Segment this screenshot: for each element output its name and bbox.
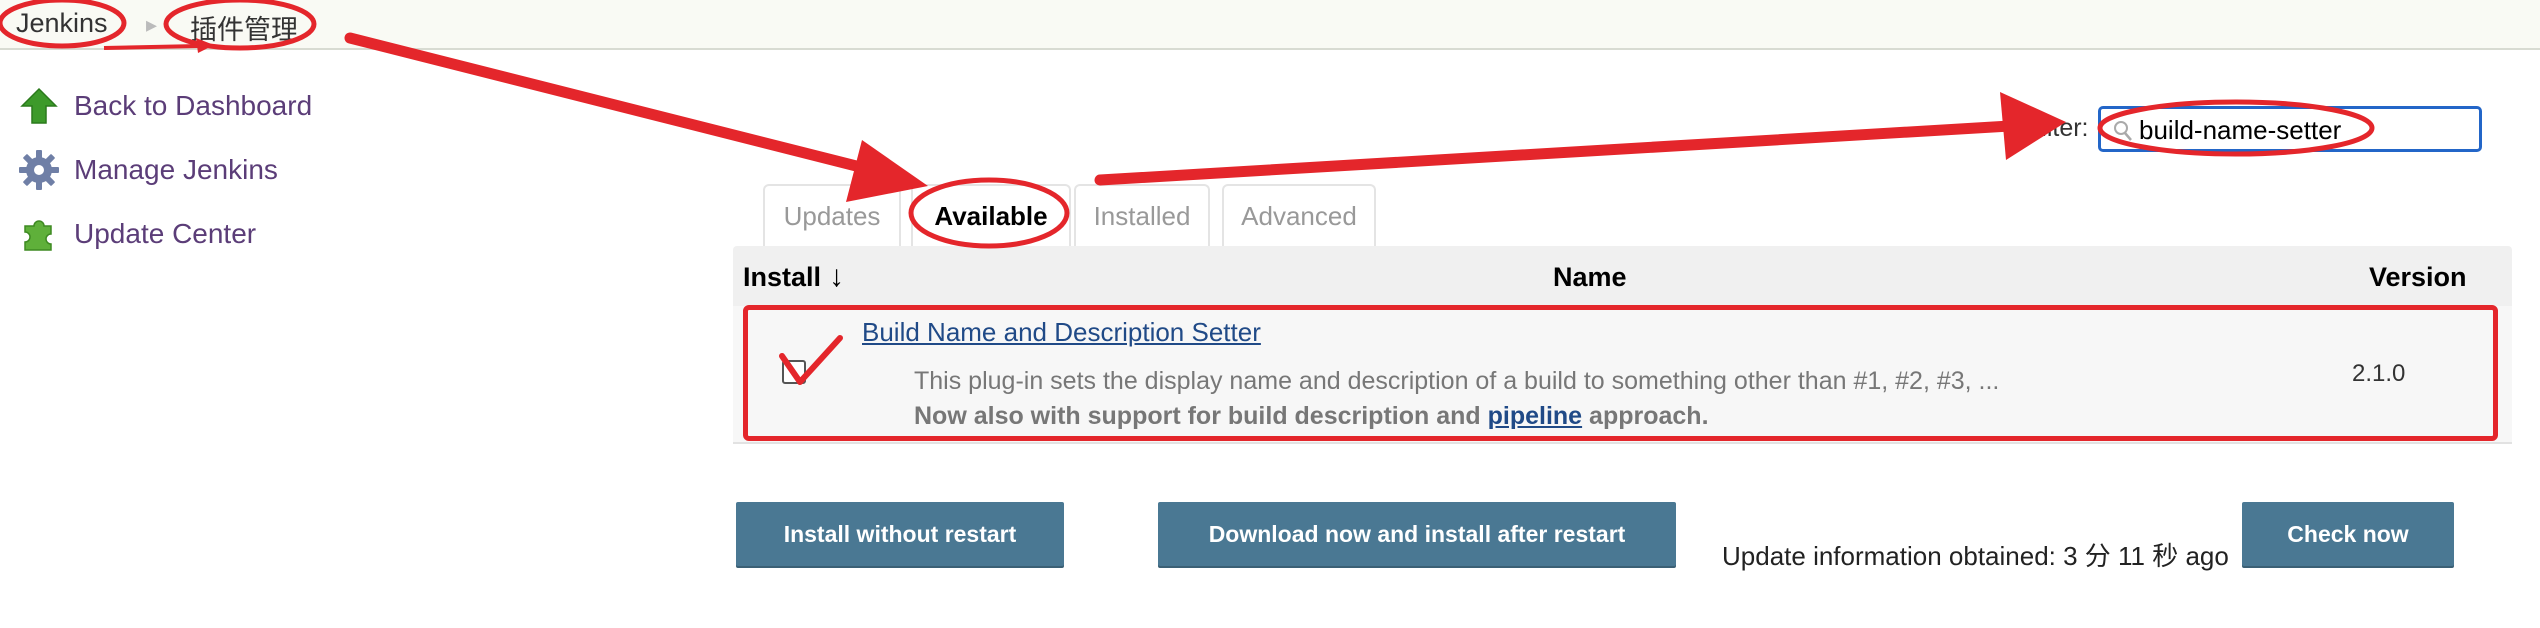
tab-advanced[interactable]: Advanced: [1222, 184, 1376, 246]
up-arrow-icon: [16, 83, 62, 129]
sidebar-item-manage-jenkins[interactable]: Manage Jenkins: [16, 146, 278, 194]
filter-field[interactable]: [2098, 106, 2482, 152]
sidebar-item-label: Manage Jenkins: [74, 154, 278, 185]
highlight-box-annotation: [743, 305, 2498, 441]
column-header-install[interactable]: Install: [743, 262, 821, 293]
update-info-text: Update information obtained: 3 分 11 秒 ag…: [1722, 541, 2229, 571]
breadcrumb: Jenkins ▸ 插件管理: [0, 0, 2540, 50]
search-icon: [2113, 120, 2133, 147]
download-install-after-restart-button[interactable]: Download now and install after restart: [1158, 502, 1676, 566]
tab-installed[interactable]: Installed: [1074, 184, 1210, 246]
annotation-arrow-to-filter: [1094, 92, 2066, 186]
column-header-version[interactable]: Version: [2369, 262, 2467, 293]
filter-input[interactable]: [2139, 115, 2469, 145]
column-header-name[interactable]: Name: [1553, 262, 1627, 293]
sidebar-item-back-to-dashboard[interactable]: Back to Dashboard: [16, 82, 312, 130]
check-now-button[interactable]: Check now: [2242, 502, 2454, 566]
plugin-table-header: Install ↓ Name Version: [733, 246, 2512, 306]
sidebar-item-label: Update Center: [74, 218, 257, 249]
filter-label: Filter:: [2026, 114, 2089, 142]
gear-icon: [16, 147, 62, 193]
install-without-restart-button[interactable]: Install without restart: [736, 502, 1064, 566]
annotation-arrow-to-available: [344, 32, 928, 202]
sort-arrow-icon[interactable]: ↓: [829, 260, 844, 294]
breadcrumb-separator-icon: ▸: [146, 12, 158, 37]
tab-updates[interactable]: Updates: [763, 184, 901, 246]
sidebar-item-label: Back to Dashboard: [74, 90, 313, 121]
puzzle-icon: [16, 211, 62, 257]
breadcrumb-jenkins[interactable]: Jenkins: [16, 8, 108, 39]
tab-available[interactable]: Available: [911, 184, 1071, 246]
breadcrumb-plugin-manager[interactable]: 插件管理: [190, 8, 298, 47]
sidebar-item-update-center[interactable]: Update Center: [16, 210, 256, 258]
